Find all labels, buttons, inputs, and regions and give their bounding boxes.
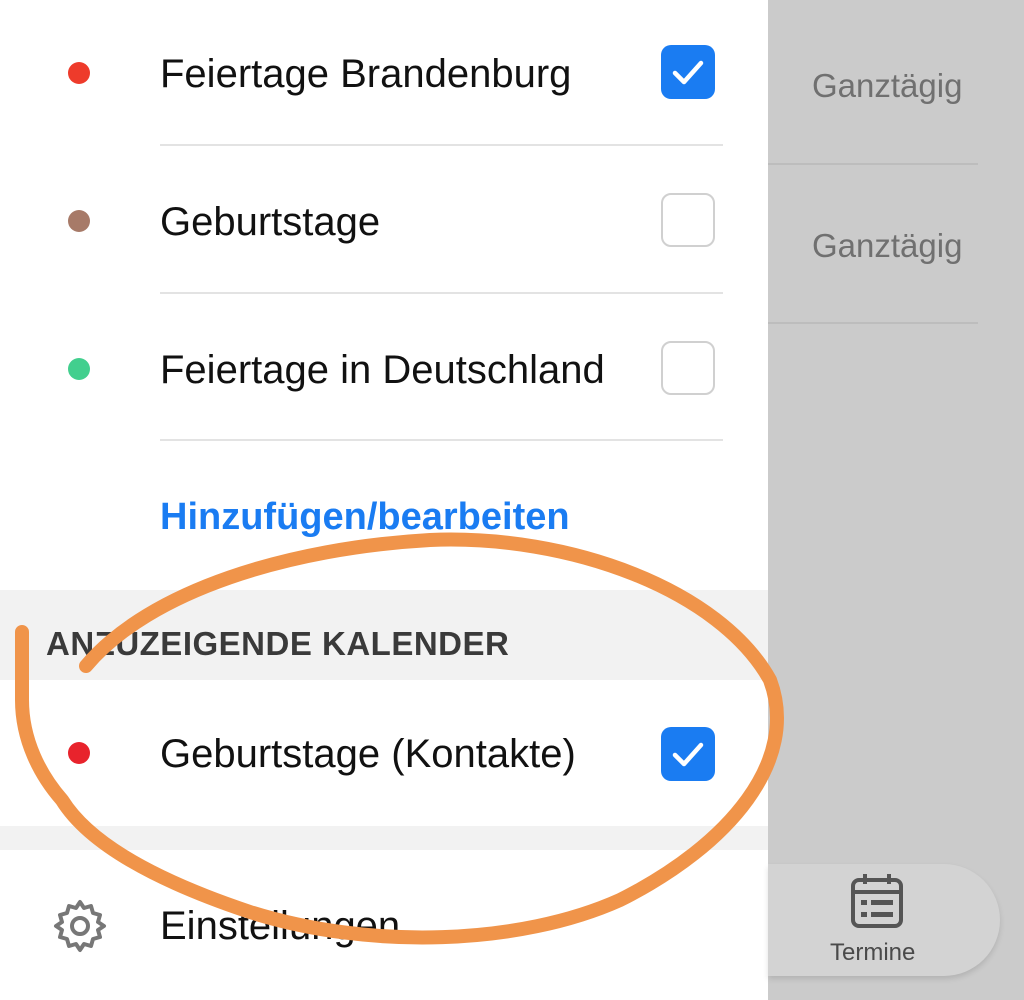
calendar-row-geburtstage[interactable]: Geburtstage <box>0 146 768 294</box>
calendar-drawer: Feiertage Brandenburg Geburtstage Feiert… <box>0 0 768 1000</box>
calendar-label: Geburtstage <box>160 200 381 244</box>
calendar-row-feiertage-deutschland[interactable]: Feiertage in Deutschland <box>0 294 768 442</box>
divider <box>768 322 978 324</box>
calendar-row-geburtstage-kontakte[interactable]: Geburtstage (Kontakte) <box>0 680 768 826</box>
calendar-label: Geburtstage (Kontakte) <box>160 732 576 776</box>
background-scrim[interactable] <box>768 0 1024 1000</box>
divider <box>768 163 978 165</box>
add-edit-calendars-link[interactable]: Hinzufügen/bearbeiten <box>160 494 570 540</box>
calendar-label: Feiertage Brandenburg <box>160 52 572 96</box>
calendar-color-dot <box>68 210 90 232</box>
section-gap <box>0 826 768 850</box>
calendar-checkbox-unchecked[interactable] <box>661 193 715 247</box>
check-icon <box>672 60 704 85</box>
calendar-label: Feiertage in Deutschland <box>160 348 605 392</box>
settings-label[interactable]: Einstellungen <box>160 902 400 950</box>
gear-icon[interactable] <box>50 896 110 961</box>
calendar-color-dot <box>68 358 90 380</box>
calendar-color-dot <box>68 62 90 84</box>
calendar-row-feiertage-brandenburg[interactable]: Feiertage Brandenburg <box>0 0 768 148</box>
divider <box>160 439 723 441</box>
check-icon <box>672 742 704 767</box>
calendar-color-dot <box>68 742 90 764</box>
calendar-checkbox-checked[interactable] <box>661 727 715 781</box>
allday-label: Ganztägig <box>812 227 963 264</box>
calendar-checkbox-unchecked[interactable] <box>661 341 715 395</box>
calendar-checkbox-checked[interactable] <box>661 45 715 99</box>
section-title: ANZUZEIGENDE KALENDER <box>46 625 510 662</box>
nav-label-termine[interactable]: Termine <box>830 938 915 968</box>
calendar-list-icon[interactable] <box>849 872 905 935</box>
allday-label: Ganztägig <box>812 67 963 104</box>
